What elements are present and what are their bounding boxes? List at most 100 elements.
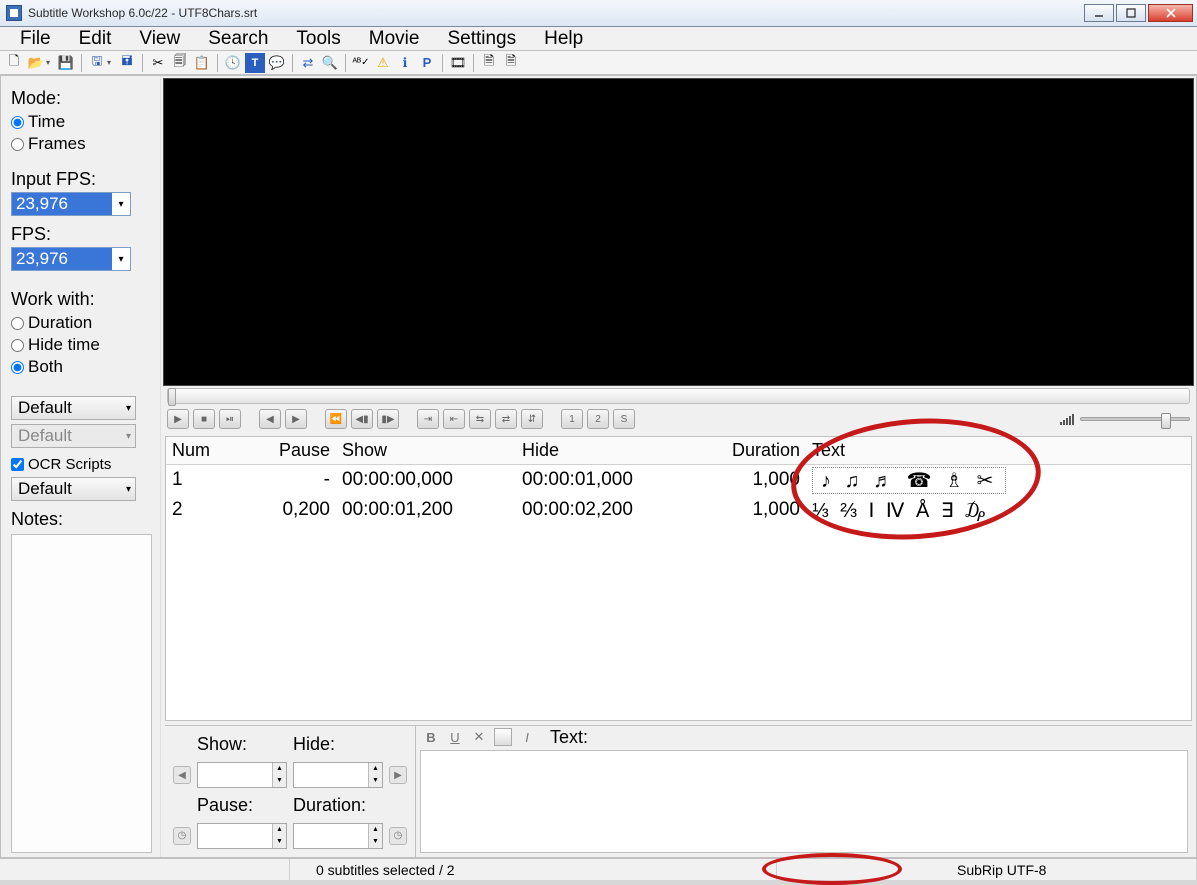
input-fps-combo[interactable]: 23,976 ▾	[11, 192, 131, 216]
translate-icon[interactable]: ⇄	[298, 53, 318, 73]
info-icon[interactable]: ℹ	[395, 53, 415, 73]
mark2-button[interactable]: ⇤	[443, 409, 465, 429]
bold-button[interactable]: B	[422, 728, 440, 746]
doc1-icon[interactable]: 🗎	[479, 53, 499, 73]
underline-button[interactable]: U	[446, 728, 464, 746]
save-as-icon[interactable]: 🖫	[87, 53, 107, 73]
menubar: File Edit View Search Tools Movie Settin…	[0, 27, 1197, 51]
back-button[interactable]: ◀▮	[351, 409, 373, 429]
search-icon[interactable]: 🔍	[320, 53, 340, 73]
app-icon	[6, 5, 22, 21]
menu-help[interactable]: Help	[530, 27, 597, 50]
pause-input[interactable]: ▲▼	[197, 823, 287, 849]
col-pause-header[interactable]: Pause	[236, 440, 336, 461]
ocr-combo[interactable]: Default▾	[11, 477, 136, 501]
play-button[interactable]: ▶	[167, 409, 189, 429]
text-label: Text:	[550, 727, 588, 748]
volume-slider[interactable]	[1080, 417, 1190, 421]
work-both-radio[interactable]: Both	[11, 357, 152, 377]
subtitle-grid[interactable]: Num Pause Show Hide Duration Text 1 - 00…	[165, 436, 1192, 721]
left-panel: Mode: Time Frames Input FPS: 23,976 ▾ FP…	[1, 76, 161, 857]
show-input[interactable]: ▲▼	[197, 762, 287, 788]
col-text-header[interactable]: Text	[806, 440, 1191, 461]
col-show-header[interactable]: Show	[336, 440, 516, 461]
next-button[interactable]: ▶	[285, 409, 307, 429]
mark4-button[interactable]: ⇄	[495, 409, 517, 429]
table-row[interactable]: 2 0,200 00:00:01,200 00:00:02,200 1,000 …	[166, 495, 1191, 525]
prev-sub-button[interactable]: ◀	[173, 766, 191, 784]
warning-icon[interactable]: ⚠	[373, 53, 393, 73]
close-button[interactable]	[1148, 4, 1193, 22]
sub2-button[interactable]: 2	[587, 409, 609, 429]
clock-icon[interactable]: 🕓	[223, 53, 243, 73]
stop-button[interactable]: ■	[193, 409, 215, 429]
new-file-icon[interactable]: 🗋	[4, 53, 24, 73]
italic-button[interactable]: I	[518, 728, 536, 746]
clock2-icon[interactable]: ◷	[389, 827, 407, 845]
subS-button[interactable]: S	[613, 409, 635, 429]
cut-icon[interactable]: ✂	[148, 53, 168, 73]
maximize-button[interactable]	[1116, 4, 1146, 22]
text-icon[interactable]: T	[245, 53, 265, 73]
save-icon[interactable]: 💾	[56, 53, 76, 73]
menu-settings[interactable]: Settings	[433, 27, 530, 50]
doc2-icon[interactable]: 🗎	[501, 53, 521, 73]
paste-icon[interactable]: 📋	[192, 53, 212, 73]
separator-icon	[442, 54, 443, 72]
menu-movie[interactable]: Movie	[355, 27, 434, 50]
work-duration-radio[interactable]: Duration	[11, 313, 152, 333]
chevron-down-icon: ▾	[112, 254, 130, 265]
status-selection: 0 subtitles selected / 2	[290, 859, 777, 880]
seek-slider[interactable]	[167, 388, 1190, 404]
dropdown-icon[interactable]: ▾	[107, 58, 115, 67]
menu-view[interactable]: View	[125, 27, 194, 50]
chat-icon[interactable]: 💬	[267, 53, 287, 73]
prev-button[interactable]: ◀	[259, 409, 281, 429]
default-combo-2[interactable]: Default▾	[11, 424, 136, 448]
notes-textarea[interactable]	[11, 534, 152, 853]
menu-search[interactable]: Search	[194, 27, 282, 50]
clock1-icon[interactable]: ◷	[173, 827, 191, 845]
video-preview[interactable]	[163, 78, 1194, 386]
chevron-down-icon: ▾	[126, 403, 131, 414]
color-button[interactable]	[494, 728, 512, 746]
separator-icon	[292, 54, 293, 72]
menu-edit[interactable]: Edit	[65, 27, 126, 50]
col-num-header[interactable]: Num	[166, 440, 236, 461]
hide-input[interactable]: ▲▼	[293, 762, 383, 788]
rewind-button[interactable]: ⏪	[325, 409, 347, 429]
ocr-checkbox[interactable]: OCR Scripts	[11, 456, 152, 473]
next-sub-button[interactable]: ▶	[389, 766, 407, 784]
sub1-button[interactable]: 1	[561, 409, 583, 429]
mode-frames-radio[interactable]: Frames	[11, 134, 152, 154]
save-all-icon[interactable]: 🖬	[117, 53, 137, 73]
format-bar: B U ✕ I Text:	[416, 726, 1192, 748]
col-hide-header[interactable]: Hide	[516, 440, 696, 461]
mark5-button[interactable]: ⇵	[521, 409, 543, 429]
pause-button[interactable]: ⏯	[219, 409, 241, 429]
menu-tools[interactable]: Tools	[282, 27, 354, 50]
mark3-button[interactable]: ⇆	[469, 409, 491, 429]
cell-hide: 00:00:01,000	[516, 469, 696, 491]
fwd-button[interactable]: ▮▶	[377, 409, 399, 429]
dropdown-icon[interactable]: ▾	[46, 58, 54, 67]
duration-input[interactable]: ▲▼	[293, 823, 383, 849]
default-combo-1[interactable]: Default▾	[11, 396, 136, 420]
work-hide-radio[interactable]: Hide time	[11, 335, 152, 355]
menu-file[interactable]: File	[6, 27, 65, 50]
table-row[interactable]: 1 - 00:00:00,000 00:00:01,000 1,000 ♪ ♫ …	[166, 465, 1191, 495]
show-label: Show:	[197, 734, 287, 755]
open-file-icon[interactable]: 📂	[26, 53, 46, 73]
minimize-button[interactable]	[1084, 4, 1114, 22]
copy-icon[interactable]: 🗐	[170, 53, 190, 73]
right-panel: ▶ ■ ⏯ ◀ ▶ ⏪ ◀▮ ▮▶ ⇥ ⇤ ⇆ ⇄ ⇵ 1 2 S	[161, 76, 1196, 857]
text-input[interactable]	[420, 750, 1188, 853]
pascal-icon[interactable]: P	[417, 53, 437, 73]
mark1-button[interactable]: ⇥	[417, 409, 439, 429]
mode-time-radio[interactable]: Time	[11, 112, 152, 132]
spellcheck-icon[interactable]: ᴬᴮ✓	[351, 53, 371, 73]
fps-combo[interactable]: 23,976 ▾	[11, 247, 131, 271]
movie-icon[interactable]: 🎞	[448, 53, 468, 73]
clear-button[interactable]: ✕	[470, 728, 488, 746]
col-dur-header[interactable]: Duration	[696, 440, 806, 461]
